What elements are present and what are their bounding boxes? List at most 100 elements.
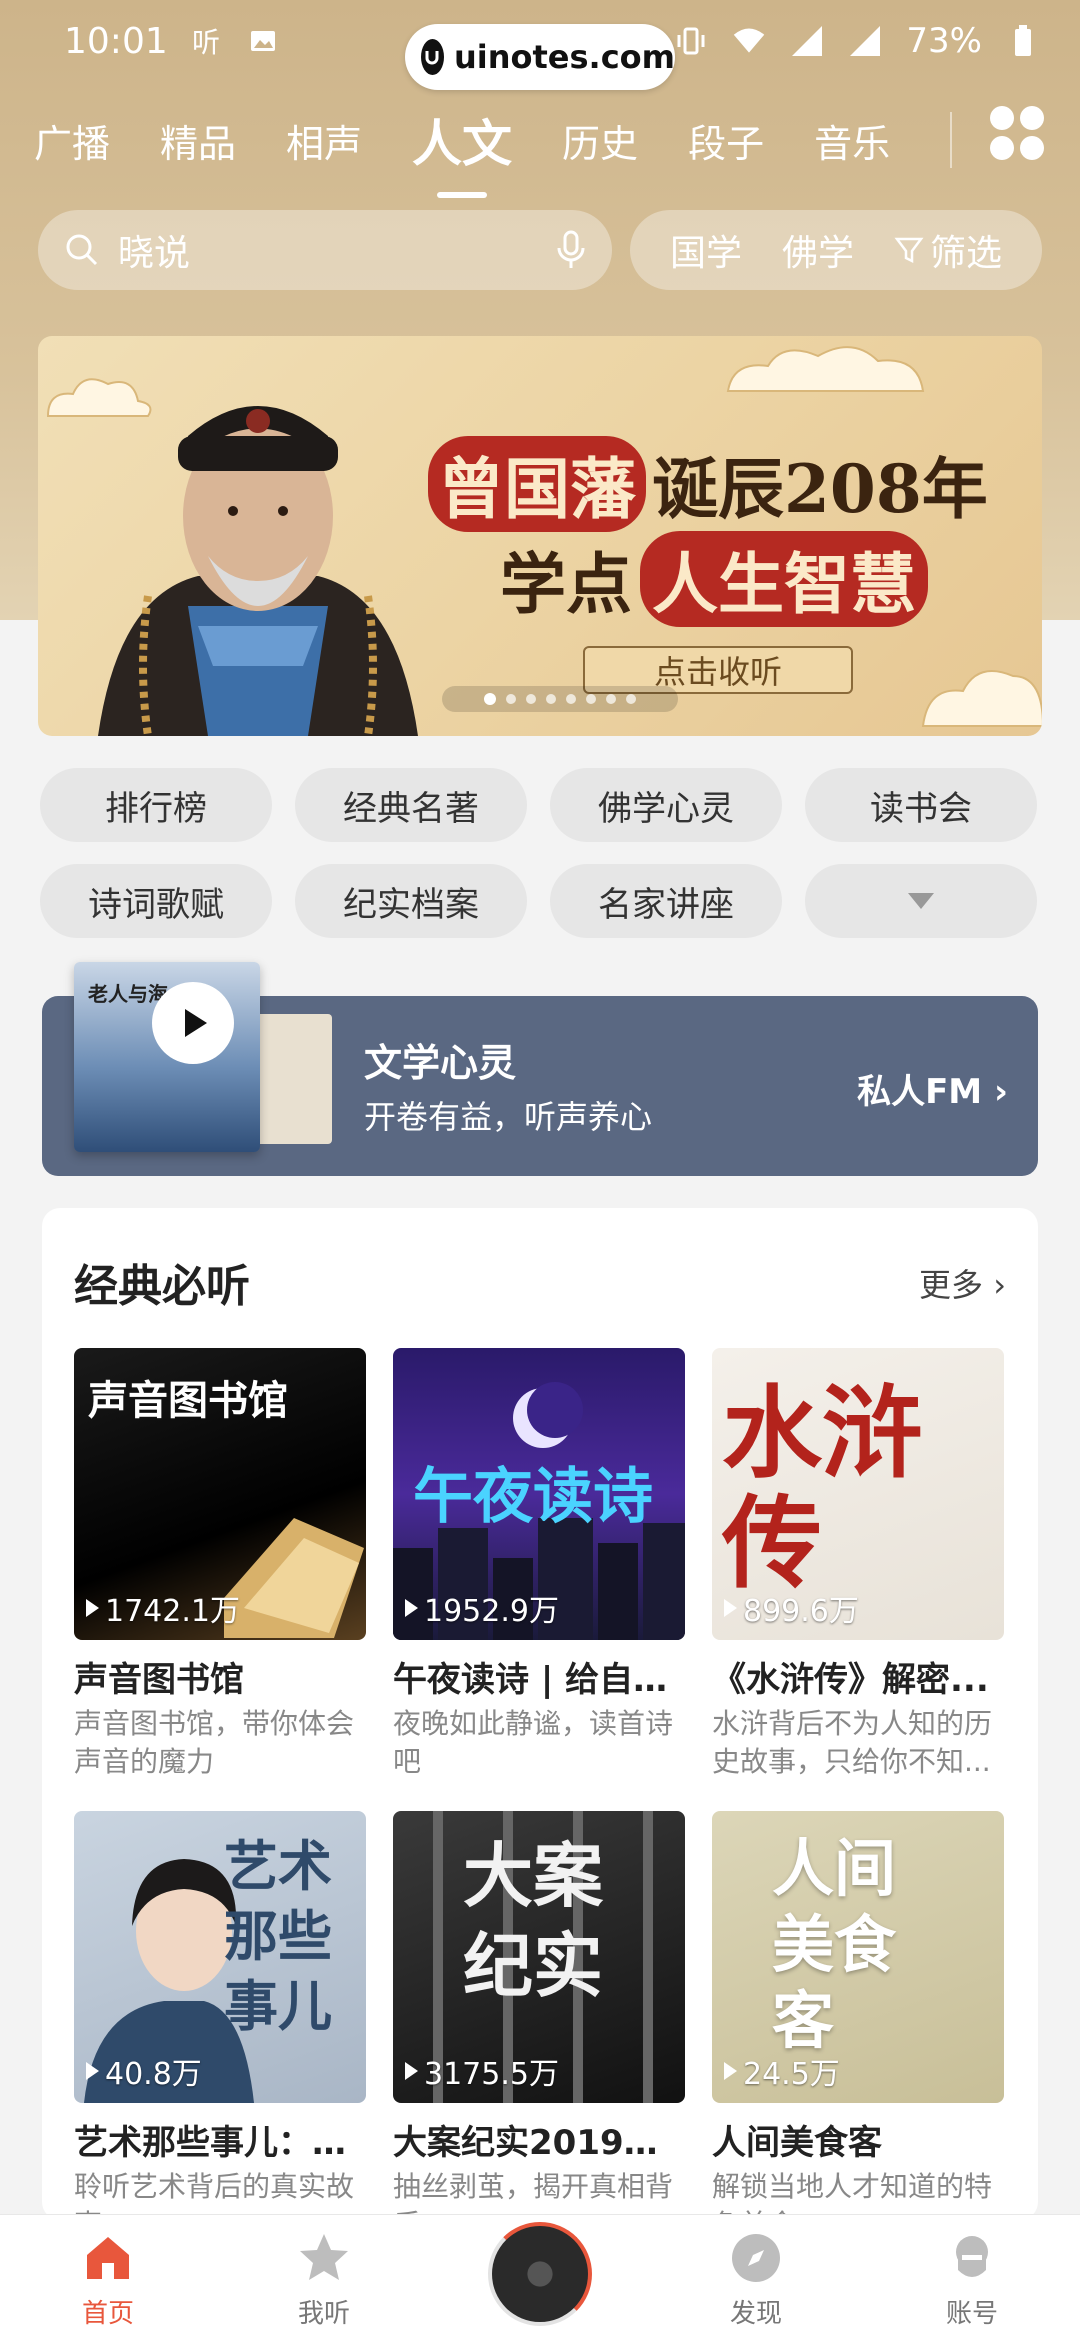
chip-book-club[interactable]: 读书会 — [805, 768, 1037, 842]
image-notification-icon — [246, 24, 280, 58]
filter-button[interactable]: 筛选 — [894, 224, 1002, 276]
svg-text:听: 听 — [192, 26, 220, 58]
tab-xiangsheng[interactable]: 相声 — [286, 113, 362, 168]
album-card[interactable]: 午夜读诗 1952.9万 午夜读诗 | 给自己... 夜晚如此静谧，读首诗吧 — [393, 1348, 685, 1781]
signal-icon-2 — [848, 24, 882, 58]
album-card[interactable]: 声音图书馆 1742.1万 声音图书馆 声音图书馆，带你体会声音的魔力 — [74, 1348, 366, 1781]
portrait-illustration — [98, 406, 418, 736]
album-title: 艺术那些事儿：1... — [74, 2123, 366, 2163]
url-text: uinotes.com — [453, 38, 675, 76]
fm-title: 文学心灵 — [364, 1041, 517, 1085]
nav-player[interactable] — [432, 2215, 648, 2340]
quick-filter-guoxue[interactable]: 国学 — [670, 224, 742, 276]
cover-text: 声音图书馆 — [88, 1377, 288, 1424]
pagination-dot — [586, 694, 596, 704]
album-card[interactable]: 水浒传 899.6万 《水浒传》解密... 水浒背后不为人知的历史故事，只给你不… — [712, 1348, 1004, 1781]
private-fm-card[interactable]: 老人与海 文学心灵 开卷有益，听声养心 私人FM › — [42, 962, 1038, 1176]
star-icon — [295, 2229, 353, 2287]
play-count: 3175.5万 — [405, 2049, 559, 2093]
tab-jingpin[interactable]: 精品 — [160, 113, 236, 168]
fm-subtitle: 开卷有益，听声养心 — [364, 1098, 653, 1136]
album-title: 声音图书馆 — [74, 1660, 244, 1700]
nav-account-label: 账号 — [945, 2299, 998, 2329]
nav-my-listening-label: 我听 — [297, 2299, 350, 2329]
category-chips: 排行榜 经典名著 佛学心灵 读书会 诗词歌赋 纪实档案 名家讲座 — [40, 768, 1042, 938]
chip-poetry[interactable]: 诗词歌赋 — [40, 864, 272, 938]
album-title: 《水浒传》解密... — [712, 1660, 989, 1700]
tab-lishi[interactable]: 历史 — [562, 113, 638, 168]
signal-icon — [790, 24, 824, 58]
cover-text: 人间美食客 — [772, 1832, 897, 2057]
chip-ranking[interactable]: 排行榜 — [40, 768, 272, 842]
cloud-decoration-icon — [726, 346, 925, 392]
chevron-down-icon — [908, 893, 934, 909]
album-card[interactable]: 艺术那些事儿 40.8万 艺术那些事儿：1... 聆听艺术背后的真实故事 — [74, 1811, 366, 2244]
tab-guangbo[interactable]: 广播 — [34, 113, 110, 168]
cover-text: 水浒传 — [722, 1374, 922, 1602]
album-desc: 水浒背后不为人知的历史故事，只给你不知... — [712, 1707, 993, 1778]
banner-name-highlight: 曾国藩 — [428, 436, 646, 532]
tab-yinyue[interactable]: 音乐 — [814, 113, 890, 168]
album-grid: 声音图书馆 1742.1万 声音图书馆 声音图书馆，带你体会声音的魔力 午夜读诗 — [74, 1348, 1004, 2244]
site-logo-icon — [421, 39, 444, 75]
more-link[interactable]: 更多 › — [919, 1260, 1006, 1306]
wifi-icon — [732, 24, 766, 58]
search-icon — [66, 234, 98, 266]
microphone-icon[interactable] — [556, 230, 586, 270]
classics-section: 经典必听 更多 › 声音图书馆 1742.1万 声音图书馆 声音图书馆，带你体会… — [42, 1208, 1038, 2241]
banner-subtitle: 学点 人生智慧 — [500, 531, 928, 627]
nav-account[interactable]: 账号 — [864, 2215, 1080, 2340]
album-cover: 声音图书馆 1742.1万 — [74, 1348, 366, 1640]
cover-text: 艺术那些事儿 — [224, 1834, 332, 2038]
filter-label: 筛选 — [929, 233, 1002, 274]
chip-buddhism[interactable]: 佛学心灵 — [550, 768, 782, 842]
search-input[interactable]: 晓说 — [38, 210, 612, 290]
cover-text: 大案纪实 — [463, 1834, 603, 2007]
filter-bar: 国学 佛学 筛选 — [630, 210, 1042, 290]
account-icon — [943, 2229, 1001, 2287]
now-playing-disc[interactable] — [488, 2222, 592, 2326]
nav-discover[interactable]: 发现 — [648, 2215, 864, 2340]
album-title: 午夜读诗 | 给自己... — [393, 1660, 685, 1700]
banner-sub-prefix: 学点 — [500, 545, 632, 623]
album-cover: 午夜读诗 1952.9万 — [393, 1348, 685, 1640]
nav-home-label: 首页 — [81, 2299, 134, 2329]
album-card[interactable]: 人间美食客 24.5万 人间美食客 解锁当地人才知道的特色美食 — [712, 1811, 1004, 2244]
album-cover: 大案纪实 3175.5万 — [393, 1811, 685, 2103]
play-count: 24.5万 — [724, 2049, 840, 2093]
url-pill: uinotes.com — [405, 24, 675, 90]
more-label: 更多 — [919, 1266, 984, 1304]
tab-duanzi[interactable]: 段子 — [688, 113, 764, 168]
banner[interactable]: 曾国藩 诞辰208年 学点 人生智慧 点击收听 — [38, 336, 1042, 736]
quick-filter-foxue[interactable]: 佛学 — [782, 224, 854, 276]
cloud-decoration-icon — [921, 670, 1042, 727]
banner-sub-highlight: 人生智慧 — [640, 531, 928, 627]
nav-my-listening[interactable]: 我听 — [216, 2215, 432, 2340]
pagination-dot — [606, 694, 616, 704]
album-card[interactable]: 大案纪实 3175.5万 大案纪实2019—... 抽丝剥茧，揭开真相背后 — [393, 1811, 685, 2244]
play-icon[interactable] — [152, 982, 234, 1064]
pagination-dot — [566, 694, 576, 704]
chip-documentary[interactable]: 纪实档案 — [295, 864, 527, 938]
album-cover: 艺术那些事儿 40.8万 — [74, 1811, 366, 2103]
play-count: 1952.9万 — [405, 1586, 559, 1630]
play-count: 1742.1万 — [86, 1586, 240, 1630]
album-desc: 声音图书馆，带你体会声音的魔力 — [74, 1707, 355, 1778]
chevron-right-icon: › — [993, 1266, 1006, 1304]
nav-home[interactable]: 首页 — [0, 2215, 216, 2340]
play-count: 40.8万 — [86, 2049, 202, 2093]
album-title: 人间美食客 — [712, 2123, 882, 2163]
pagination-dot — [626, 694, 636, 704]
search-placeholder: 晓说 — [118, 233, 191, 274]
vibrate-icon — [674, 24, 708, 58]
chip-lectures[interactable]: 名家讲座 — [550, 864, 782, 938]
play-count: 899.6万 — [724, 1586, 859, 1630]
top-tabs: 广播 精品 相声 人文 历史 段子 音乐 — [0, 95, 1080, 185]
expand-categories-button[interactable] — [805, 864, 1037, 938]
chip-classics[interactable]: 经典名著 — [295, 768, 527, 842]
filter-icon — [894, 237, 924, 264]
all-channels-icon[interactable] — [990, 106, 1044, 160]
tab-renwen[interactable]: 人文 — [412, 104, 512, 176]
battery-icon — [1006, 24, 1040, 58]
private-fm-link[interactable]: 私人FM › — [857, 1064, 1008, 1113]
